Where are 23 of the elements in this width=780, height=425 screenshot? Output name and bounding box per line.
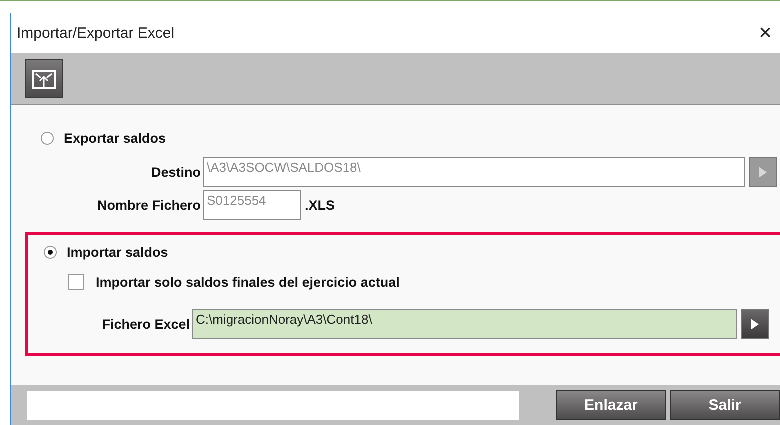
action-button[interactable]: Salir xyxy=(670,390,780,420)
filename-field[interactable]: S0125554 xyxy=(203,190,301,220)
window-title: Importar/Exportar Excel xyxy=(17,24,175,42)
checkbox-label: Importar solo saldos finales del ejercicio actual xyxy=(96,274,400,290)
play-icon xyxy=(759,166,767,178)
close-button[interactable]: × xyxy=(759,20,772,46)
play-icon xyxy=(751,318,759,330)
option-label: Importar saldos xyxy=(67,245,168,260)
field-label: Fichero Excel xyxy=(101,316,190,332)
action-button[interactable]: Enlazar xyxy=(556,390,666,420)
option-label: Exportar saldos xyxy=(64,131,166,146)
browse-button[interactable] xyxy=(741,309,769,339)
excel-export-button[interactable] xyxy=(25,59,63,98)
upload-icon xyxy=(32,68,56,90)
field-label: Nombre Fichero xyxy=(96,198,201,212)
destination-field[interactable]: \A3\A3SOCW\SALDOS18\ xyxy=(203,157,745,187)
excel-file-field[interactable]: C:\migracionNoray\A3\Cont18\ xyxy=(192,309,737,339)
status-field[interactable] xyxy=(27,390,520,420)
checkbox[interactable] xyxy=(68,274,84,290)
radio-button[interactable] xyxy=(44,246,57,259)
field-label: Destino xyxy=(150,164,201,180)
radio-button[interactable] xyxy=(41,132,54,145)
file-extension: .XLS xyxy=(305,198,336,212)
